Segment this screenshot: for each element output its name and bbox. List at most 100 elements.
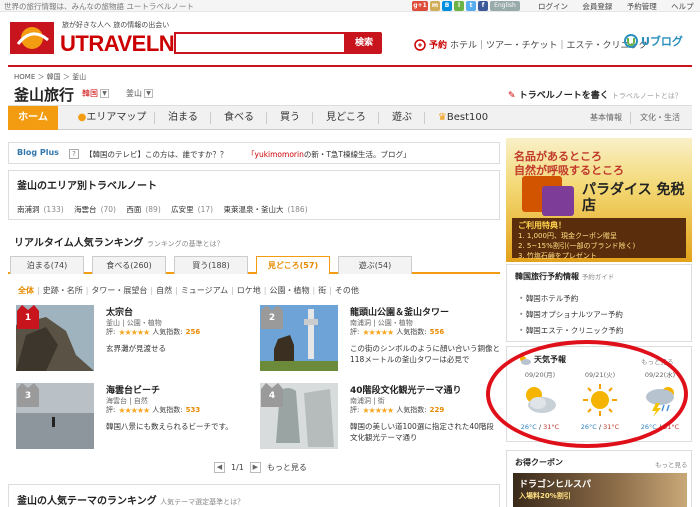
site-logo[interactable]: 旅が好きな人へ 旅の情報の出会い UTRAVELNOTE (8, 18, 218, 58)
nav-home[interactable]: ホーム (8, 106, 58, 130)
register-link[interactable]: 会員登録 (582, 2, 612, 11)
header-reservation-links: 予約 ホテル｜ツアー・チケット｜エステ・クリニック (414, 38, 647, 51)
blog-plus-entry-2[interactable]: 「yukimomorinの新・T急T棟線生活。ブログ」 (247, 149, 411, 160)
star-rating-icon: ★★★★★ (118, 405, 150, 415)
tab-sights[interactable]: 見どころ(57) (256, 256, 330, 274)
page-indicator: 1/1 (231, 463, 244, 472)
tour-reservation-link[interactable]: 韓国オプショナルツアー予約 (519, 309, 623, 320)
livedoor-icon[interactable]: l (454, 1, 464, 11)
sight-name[interactable]: 龍頭山公園＆釜山タワー (350, 305, 449, 318)
nav-separator (154, 112, 155, 124)
area-item[interactable]: 東萊温泉・釜山大 (186) (223, 205, 311, 214)
nav-area-map[interactable]: ●エリアマップ (74, 106, 150, 130)
nav-stay[interactable]: 泊まる (160, 106, 206, 130)
ranking-card: 4 40階段文化観光テーマ通り 南浦洞 | 街 評: ★★★★★ 人気指数: 2… (260, 383, 500, 455)
weather-date: 09/21(火) (584, 371, 616, 379)
ranking-title-label: リアルタイム人気ランキング (14, 238, 144, 249)
reservation-info-title: 韓国旅行予約情報 予約ガイド (515, 271, 614, 282)
reservation-category-links[interactable]: ホテル｜ツアー・チケット｜エステ・クリニック (450, 38, 647, 51)
blog-plus-entry-1[interactable]: 【韓国のテレビ】この方は、誰ですか？？ (85, 149, 228, 160)
subcat-museum[interactable]: ミュージアム (181, 286, 228, 295)
weather-day: 09/21(火) 26°C / 31°C (573, 369, 627, 439)
nav-buy[interactable]: 買う (272, 106, 308, 130)
breadcrumb[interactable]: HOME ＞ 韓国 ＞ 釜山 (14, 72, 86, 82)
city-selector[interactable]: 釜山 ▼ (126, 88, 153, 99)
weather-date: 09/20(月) (524, 371, 556, 379)
subcat-location[interactable]: ロケ地 (237, 286, 261, 295)
sight-name[interactable]: 40階段文化観光テーマ通り (350, 383, 462, 396)
tab-stay[interactable]: 泊まる(74) (10, 256, 84, 274)
mixi-icon[interactable]: m (430, 1, 440, 11)
theme-criteria-link[interactable]: 人気テーマ選定基準とは？ (160, 498, 244, 506)
nav-separator (210, 112, 211, 124)
subcat-historic[interactable]: 史跡・名所 (43, 286, 83, 295)
area-notes-title: 釜山のエリア別トラベルノート (17, 181, 157, 192)
ublog-link[interactable]: Uブログ (624, 33, 683, 49)
reservation-icon (414, 38, 426, 51)
subcat-other[interactable]: その他 (335, 286, 359, 295)
logo-catchphrase: 旅が好きな人へ 旅の情報の出会い (62, 21, 170, 29)
search-input[interactable] (174, 32, 346, 54)
ad-benefit-2: 2. 5~15%割引(一部のブランド除く) (518, 242, 636, 250)
coupon-banner[interactable]: ドラゴンヒルスパ 入場料20%割引 (513, 473, 687, 507)
nav-separator (424, 112, 425, 124)
area-item[interactable]: 西面 (89) (126, 205, 164, 214)
high-temp: 31°C (663, 423, 680, 431)
subcat-tower[interactable]: タワー・展望台 (91, 286, 147, 295)
rank-number: 2 (268, 313, 276, 323)
header-divider (8, 65, 692, 67)
reservation-guide-link[interactable]: 予約ガイド (582, 273, 615, 281)
sight-rating: 評: ★★★★★ 人気指数: 556 (350, 327, 444, 337)
search-button[interactable]: 検索 (346, 32, 382, 54)
country-selector[interactable]: 韓国 ▼ (82, 88, 109, 99)
twitter-icon[interactable]: t (466, 1, 476, 11)
ranking-criteria-link[interactable]: ランキングの基準とは？ (147, 240, 224, 248)
sight-name[interactable]: 太宗台 (106, 305, 133, 318)
clinic-reservation-link[interactable]: 韓国エステ・クリニック予約 (519, 325, 624, 336)
chevron-down-icon: ▼ (144, 89, 153, 98)
nav-play[interactable]: 遊ぶ (384, 106, 420, 130)
facebook-icon[interactable]: f (478, 1, 488, 11)
weather-more-link[interactable]: もっと見る (641, 356, 674, 366)
nav-culture[interactable]: 文化・生活 (634, 106, 686, 130)
subcat-all[interactable]: 全体 (18, 286, 34, 295)
sight-name[interactable]: 海雲台ビーチ (106, 383, 160, 396)
tab-buy[interactable]: 買う(188) (174, 256, 248, 274)
tab-eat[interactable]: 食べる(260) (92, 256, 166, 274)
nav-sights[interactable]: 見どころ (318, 106, 374, 130)
popularity-score: 229 (429, 406, 445, 414)
login-link[interactable]: ログイン (538, 2, 568, 11)
sight-subcategories: 全体 | 史跡・名所 | タワー・展望台 | 自然 | ミュージアム | ロケ地 | 公園・植物 | 街 | そ… (18, 286, 359, 295)
write-note-link[interactable]: ✎ トラベルノートを書く トラベルノートとは？ (508, 88, 682, 101)
duty-free-ad-banner[interactable]: 名品があるところ 自然が呼吸するところ パラダイス 免税店 ご利用特典！ 1. … (506, 138, 692, 262)
help-icon[interactable]: ? (69, 149, 79, 159)
write-note-help[interactable]: トラベルノートとは？ (612, 92, 682, 100)
area-item[interactable]: 南浦洞 (133) (17, 205, 68, 214)
reservation-label[interactable]: 予約 (429, 38, 447, 51)
nav-best100[interactable]: ♛Best100 (430, 106, 496, 130)
subcat-nature[interactable]: 自然 (156, 286, 172, 295)
subcat-town[interactable]: 街 (318, 286, 326, 295)
help-link[interactable]: ヘルプ (671, 2, 694, 11)
nav-basic-info[interactable]: 基本情報 (584, 106, 628, 130)
area-item[interactable]: 広安里 (17) (171, 205, 217, 214)
area-count: (186) (287, 205, 308, 214)
weather-temps: 26°C / 31°C (520, 423, 560, 431)
sight-description: 韓国の美しい道100選に指定された40階段文化観光テーマ通り (350, 422, 494, 442)
chevron-left-icon[interactable]: ◀ (214, 462, 225, 473)
area-notes-box: 釜山のエリア別トラベルノート 南浦洞 (133) 海雲台 (70) 西面 (89) 広… (8, 170, 500, 220)
english-button[interactable]: English (490, 1, 520, 11)
google-plus-icon[interactable]: g+1 (412, 1, 428, 11)
chevron-right-icon[interactable]: ▶ (249, 462, 261, 473)
hotel-reservation-link[interactable]: 韓国ホテル予約 (519, 293, 579, 304)
nav-separator (266, 112, 267, 124)
hatena-icon[interactable]: B (442, 1, 452, 11)
tab-play[interactable]: 遊ぶ(54) (338, 256, 412, 274)
reservation-manage-link[interactable]: 予約管理 (627, 2, 657, 11)
nav-eat[interactable]: 食べる (216, 106, 262, 130)
ranking-tabs: 泊まる(74) 食べる(260) 買う(188) 見どころ(57) 遊ぶ(54) (8, 254, 500, 274)
subcat-park[interactable]: 公園・植物 (270, 286, 310, 295)
area-item[interactable]: 海雲台 (70) (74, 205, 120, 214)
ranking-more-link[interactable]: もっと見る (267, 462, 307, 473)
coupon-more-link[interactable]: もっと見る (655, 459, 688, 469)
